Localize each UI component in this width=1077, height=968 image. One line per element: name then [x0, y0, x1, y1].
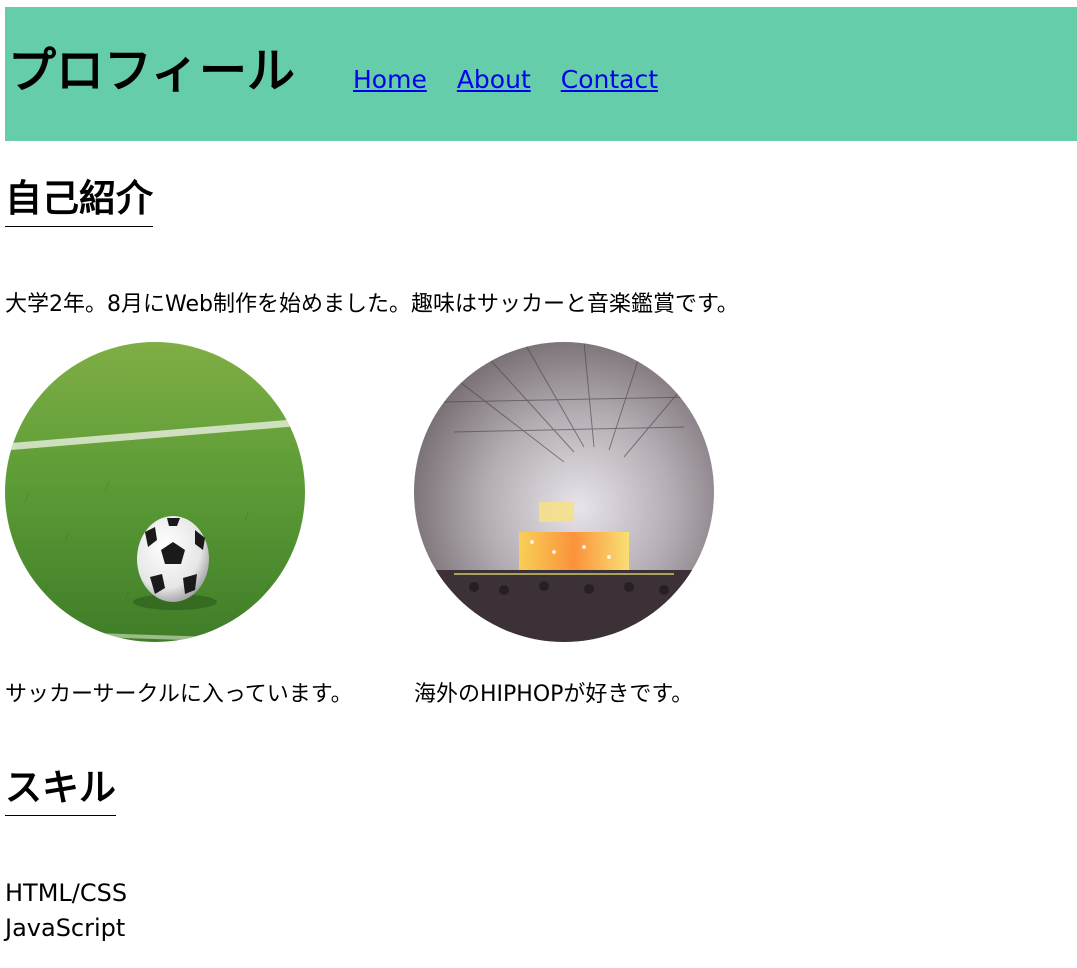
concert-caption: 海外のHIPHOPが好きです。: [414, 682, 694, 707]
skill-item: HTML/CSS: [5, 879, 128, 907]
soccer-photo: [5, 342, 305, 642]
site-header: プロフィール Home About Contact: [5, 7, 1077, 141]
nav-link-about[interactable]: About: [457, 65, 531, 94]
concert-photo: [414, 342, 714, 642]
soccer-caption: サッカーサークルに入っています。: [5, 682, 353, 707]
about-heading: 自己紹介: [5, 178, 153, 227]
main-nav: Home About Contact: [353, 65, 658, 94]
skills-list: HTML/CSS JavaScript: [5, 876, 127, 946]
nav-link-contact[interactable]: Contact: [561, 65, 658, 94]
skills-heading: スキル: [5, 767, 116, 816]
site-title: プロフィール: [8, 43, 296, 99]
skill-item: JavaScript: [5, 914, 126, 942]
intro-text: 大学2年。8月にWeb制作を始めました。趣味はサッカーと音楽鑑賞です。: [5, 292, 739, 317]
nav-link-home[interactable]: Home: [353, 65, 427, 94]
